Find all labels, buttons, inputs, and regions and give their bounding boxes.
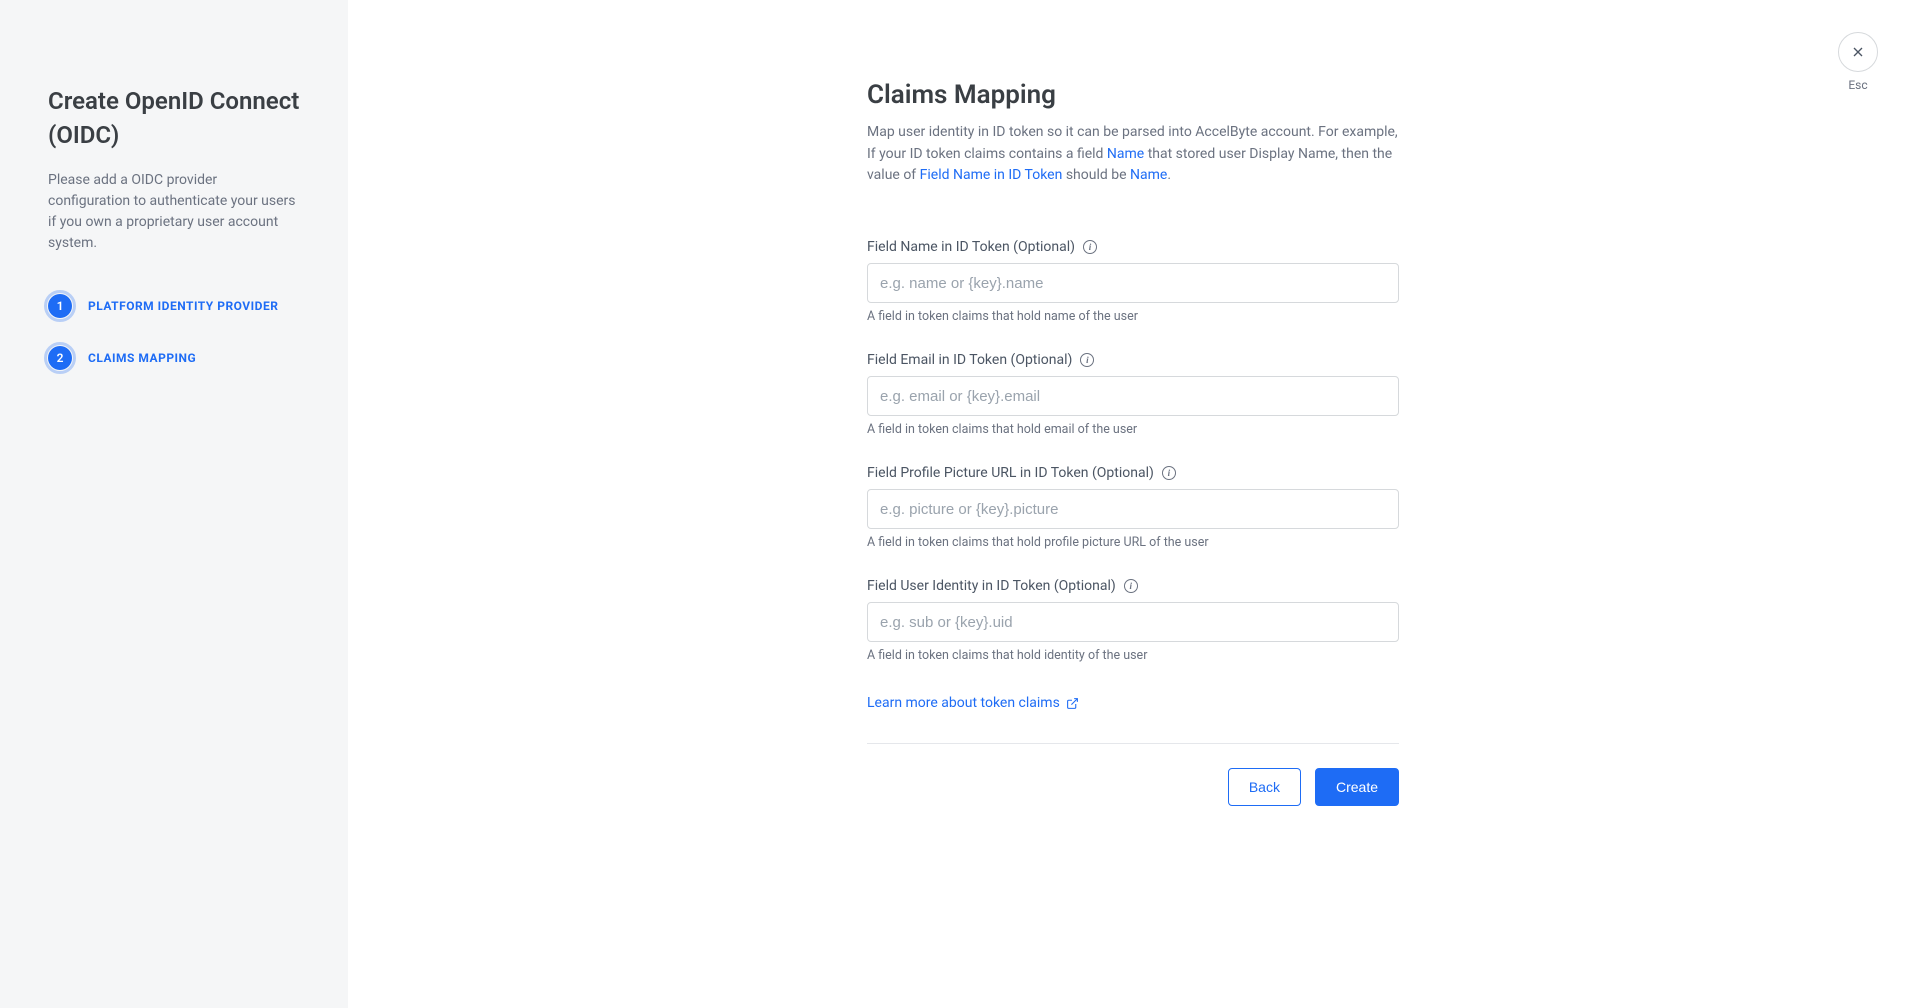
field-label-email: Field Email in ID Token (Optional) [867, 352, 1072, 368]
field-help-email: A field in token claims that hold email … [867, 422, 1399, 437]
step-number-badge: 1 [48, 294, 72, 318]
field-help-picture: A field in token claims that hold profil… [867, 535, 1399, 550]
wizard-step-list: 1 PLATFORM IDENTITY PROVIDER 2 CLAIMS MA… [48, 294, 300, 370]
field-label-picture: Field Profile Picture URL in ID Token (O… [867, 465, 1154, 481]
desc-highlight-name: Name [1107, 146, 1144, 162]
field-group-name: Field Name in ID Token (Optional) i A fi… [867, 239, 1399, 324]
footer-actions: Back Create [867, 768, 1399, 806]
field-group-picture: Field Profile Picture URL in ID Token (O… [867, 465, 1399, 550]
info-icon[interactable]: i [1080, 353, 1094, 367]
info-icon[interactable]: i [1083, 240, 1097, 254]
field-picture-input[interactable] [867, 489, 1399, 529]
main-panel: Esc Claims Mapping Map user identity in … [348, 0, 1918, 1008]
wizard-sidebar: Create OpenID Connect (OIDC) Please add … [0, 0, 348, 1008]
field-label-name: Field Name in ID Token (Optional) [867, 239, 1075, 255]
desc-text: should be [1062, 167, 1130, 183]
esc-label: Esc [1848, 78, 1867, 92]
field-name-input[interactable] [867, 263, 1399, 303]
learn-more-link[interactable]: Learn more about token claims [867, 695, 1079, 711]
close-control: Esc [1838, 32, 1878, 92]
back-button[interactable]: Back [1228, 768, 1301, 806]
desc-text: . [1167, 167, 1171, 183]
step-label: PLATFORM IDENTITY PROVIDER [88, 299, 278, 313]
info-icon[interactable]: i [1124, 579, 1138, 593]
learn-more-text: Learn more about token claims [867, 695, 1060, 711]
desc-highlight-field: Field Name in ID Token [920, 167, 1063, 183]
external-link-icon [1066, 697, 1079, 710]
close-button[interactable] [1838, 32, 1878, 72]
close-icon [1850, 44, 1866, 60]
field-group-identity: Field User Identity in ID Token (Optiona… [867, 578, 1399, 663]
field-help-name: A field in token claims that hold name o… [867, 309, 1399, 324]
wizard-step-platform-identity[interactable]: 1 PLATFORM IDENTITY PROVIDER [48, 294, 300, 318]
wizard-step-claims-mapping[interactable]: 2 CLAIMS MAPPING [48, 346, 300, 370]
footer-divider [867, 743, 1399, 744]
info-icon[interactable]: i [1162, 466, 1176, 480]
wizard-description: Please add a OIDC provider configuration… [48, 170, 300, 254]
field-help-identity: A field in token claims that hold identi… [867, 648, 1399, 663]
field-identity-input[interactable] [867, 602, 1399, 642]
field-label-identity: Field User Identity in ID Token (Optiona… [867, 578, 1116, 594]
form-content: Claims Mapping Map user identity in ID t… [867, 80, 1399, 806]
field-email-input[interactable] [867, 376, 1399, 416]
step-label: CLAIMS MAPPING [88, 351, 196, 365]
page-title: Claims Mapping [867, 80, 1399, 110]
step-number-badge: 2 [48, 346, 72, 370]
page-description: Map user identity in ID token so it can … [867, 122, 1399, 187]
wizard-title: Create OpenID Connect (OIDC) [48, 85, 300, 152]
desc-highlight-name2: Name [1130, 167, 1167, 183]
field-group-email: Field Email in ID Token (Optional) i A f… [867, 352, 1399, 437]
create-button[interactable]: Create [1315, 768, 1399, 806]
